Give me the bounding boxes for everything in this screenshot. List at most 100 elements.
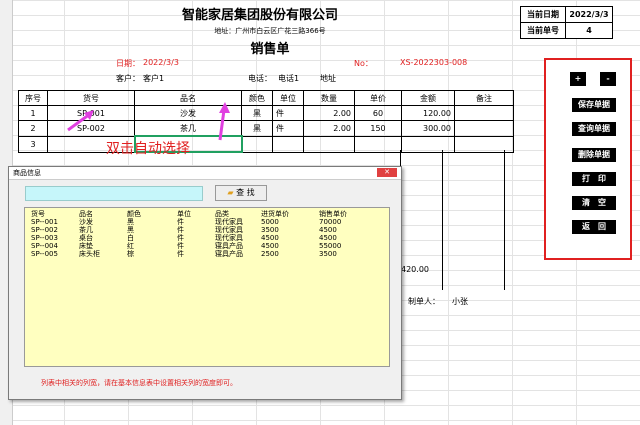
list-cell: 4500 <box>261 234 279 242</box>
list-cell: 件 <box>177 242 184 250</box>
list-cell: 件 <box>177 226 184 234</box>
close-icon[interactable]: ✕ <box>377 168 397 177</box>
no-label: No： <box>354 59 373 68</box>
col-header: 备注 <box>454 90 514 106</box>
cell[interactable]: 60 <box>354 105 402 121</box>
cell[interactable]: 2.00 <box>303 120 355 137</box>
list-cell: 黑 <box>127 218 134 226</box>
query-document-button[interactable]: 查询单据 <box>572 122 616 136</box>
clear-button[interactable]: 清 空 <box>572 196 616 210</box>
total-value: 420.00 <box>401 265 429 274</box>
list-cell: 茶几 <box>79 226 93 234</box>
annotation-arrow-right <box>218 109 226 141</box>
col-header: 单价 <box>354 90 402 106</box>
col-header: 数量 <box>303 90 355 106</box>
current-date-value: 2022/3/3 <box>565 6 613 23</box>
list-cell: 4500 <box>261 242 279 250</box>
no-value: XS-2022303-008 <box>400 58 468 67</box>
search-folder-icon: ▰ <box>227 188 234 197</box>
date-value: 2022/3/3 <box>143 58 179 67</box>
date-label: 日期： <box>116 59 140 68</box>
cell[interactable]: 1 <box>18 105 48 121</box>
cell[interactable]: 120.00 <box>401 105 455 121</box>
list-col-header: 销售单价 <box>319 210 347 218</box>
list-cell: 寝具产品 <box>215 250 243 258</box>
current-date-label: 当前日期 <box>520 6 566 23</box>
list-cell: 2500 <box>261 250 279 258</box>
product-info-dialog: 商品信息 ✕ ▰ 查 找 货号 品名 颜色 单位 品类 进货单价 销售单价 SP… <box>8 166 402 400</box>
list-cell: 件 <box>177 218 184 226</box>
cell[interactable]: 300.00 <box>401 120 455 137</box>
action-panel: + - 保存单据 查询单据 删除单据 打 印 清 空 返 回 <box>544 58 632 260</box>
list-cell: 现代家具 <box>215 234 243 242</box>
customer-value[interactable]: 客户1 <box>143 73 164 84</box>
maker-value: 小张 <box>452 297 468 306</box>
back-button[interactable]: 返 回 <box>572 220 616 234</box>
list-cell: 棕 <box>127 250 134 258</box>
list-cell: 5000 <box>261 218 279 226</box>
list-cell: 55000 <box>319 242 342 250</box>
list-col-header: 品名 <box>79 210 93 218</box>
table-border-line <box>442 150 445 290</box>
list-cell: 红 <box>127 242 134 250</box>
cell[interactable] <box>303 135 355 153</box>
col-header: 单位 <box>272 90 304 106</box>
save-document-button[interactable]: 保存单据 <box>572 98 616 112</box>
company-address: 地址：广州市白云区广花三路366号 <box>214 27 326 35</box>
list-cell: 3500 <box>261 226 279 234</box>
search-input[interactable] <box>25 186 203 201</box>
cell[interactable]: 件 <box>272 105 304 121</box>
list-cell: 床头柜 <box>79 250 100 258</box>
cell[interactable]: 3 <box>18 135 48 153</box>
list-cell: SP--003 <box>31 234 58 242</box>
cell[interactable]: 2.00 <box>303 105 355 121</box>
product-list[interactable]: 货号 品名 颜色 单位 品类 进货单价 销售单价 SP--001 沙发 黑 件 … <box>24 207 390 367</box>
document-title: 销售单 <box>250 42 290 57</box>
list-cell: 床垫 <box>79 242 93 250</box>
search-button[interactable]: ▰ 查 找 <box>215 185 267 201</box>
cell[interactable]: 件 <box>272 120 304 137</box>
list-cell: 件 <box>177 234 184 242</box>
maker-label: 制单人： <box>408 297 440 306</box>
list-cell: 桌台 <box>79 234 93 242</box>
cell[interactable]: 2 <box>18 120 48 137</box>
cell[interactable] <box>454 120 514 137</box>
cell[interactable]: 150 <box>354 120 402 137</box>
list-col-header: 单位 <box>177 210 191 218</box>
current-no-label: 当前单号 <box>520 22 566 39</box>
list-col-header: 品类 <box>215 210 229 218</box>
remove-row-button[interactable]: - <box>600 72 616 86</box>
list-col-header: 颜色 <box>127 210 141 218</box>
annotation-arrowhead-right <box>219 102 230 113</box>
search-button-label: 查 找 <box>236 188 255 197</box>
list-cell: 件 <box>177 250 184 258</box>
annotation-arrow-left <box>67 112 91 132</box>
list-cell: 4500 <box>319 234 337 242</box>
cell[interactable] <box>401 135 455 153</box>
current-no-value: 4 <box>565 22 613 39</box>
add-row-button[interactable]: + <box>570 72 586 86</box>
dialog-title: 商品信息 <box>13 169 41 177</box>
list-cell: SP--002 <box>31 226 58 234</box>
customer-label: 客户： <box>116 74 140 83</box>
list-cell: 现代家具 <box>215 218 243 226</box>
list-col-header: 进货单价 <box>261 210 289 218</box>
list-cell: SP--001 <box>31 218 58 226</box>
list-cell: 沙发 <box>79 218 93 226</box>
cell[interactable] <box>454 105 514 121</box>
list-cell: 70000 <box>319 218 342 226</box>
print-button[interactable]: 打 印 <box>572 172 616 186</box>
col-header: 金额 <box>401 90 455 106</box>
phone-value[interactable]: 电话1 <box>278 73 299 84</box>
company-name: 智能家居集团股份有限公司 <box>181 8 338 23</box>
list-cell: 寝具产品 <box>215 242 243 250</box>
list-col-header: 货号 <box>31 210 45 218</box>
list-cell: 3500 <box>319 250 337 258</box>
list-cell: 黑 <box>127 226 134 234</box>
delete-document-button[interactable]: 删除单据 <box>572 148 616 162</box>
table-border-line <box>504 150 507 290</box>
cell[interactable] <box>272 135 304 153</box>
annotation-arrows <box>67 102 230 141</box>
list-cell: 现代家具 <box>215 226 243 234</box>
cell[interactable] <box>354 135 402 153</box>
